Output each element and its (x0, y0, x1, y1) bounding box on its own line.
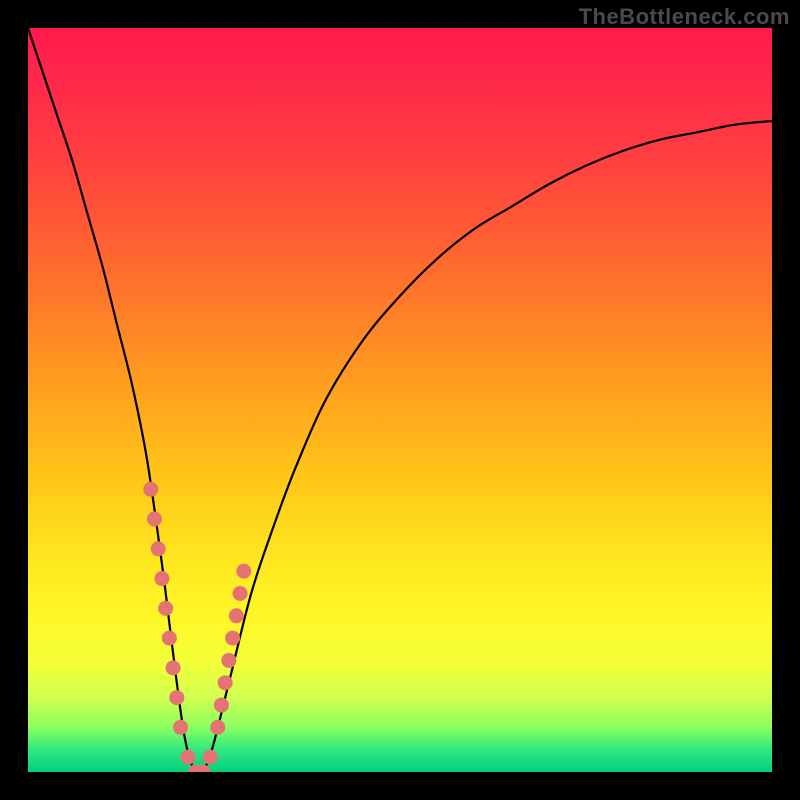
chart-stage: TheBottleneck.com (0, 0, 800, 800)
brand-watermark: TheBottleneck.com (579, 4, 790, 30)
marker-point (221, 653, 236, 668)
marker-point (214, 698, 229, 713)
marker-point (233, 586, 248, 601)
marker-point (154, 571, 169, 586)
curve-svg (28, 28, 772, 772)
marker-point (169, 690, 184, 705)
marker-point (203, 750, 218, 765)
marker-point (210, 720, 225, 735)
marker-point (151, 541, 166, 556)
marker-point (143, 482, 158, 497)
bottleneck-curve-path (28, 28, 772, 772)
marker-point (180, 750, 195, 765)
marker-point (218, 675, 233, 690)
marker-point (236, 564, 251, 579)
marker-point (225, 631, 240, 646)
marker-point (229, 608, 244, 623)
marker-point (147, 512, 162, 527)
marker-point (173, 720, 188, 735)
marker-group (143, 482, 251, 772)
marker-point (158, 601, 173, 616)
plot-area (28, 28, 772, 772)
marker-point (166, 660, 181, 675)
marker-point (162, 631, 177, 646)
